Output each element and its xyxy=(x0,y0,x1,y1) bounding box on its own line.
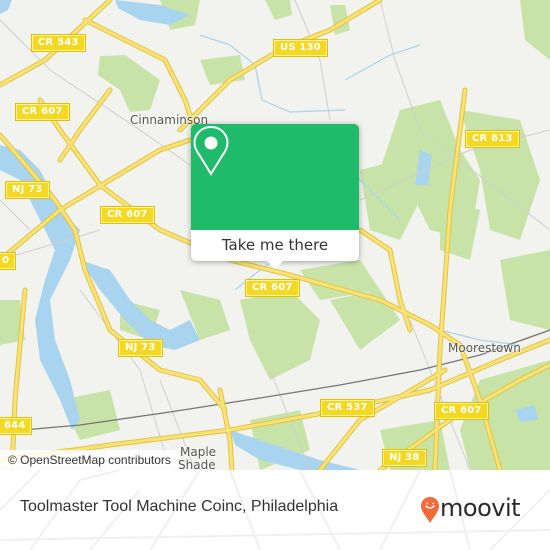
map-pin-icon xyxy=(193,125,229,176)
road-label-cr607: CR 607 xyxy=(16,104,69,120)
road-label-cr607: CR 607 xyxy=(101,207,154,223)
location-popup: Take me there xyxy=(191,124,359,269)
place-label-maple-shade: Shade xyxy=(178,458,216,471)
moovit-smile-pin-icon xyxy=(421,497,439,523)
place-label-moorestown: Moorestown xyxy=(448,341,521,355)
road-label-cr537: CR 537 xyxy=(321,400,374,416)
take-me-there-button[interactable]: Take me there xyxy=(191,230,359,261)
place-title: Toolmaster Tool Machine Coinc, Philadelp… xyxy=(20,498,339,515)
road-label-nj38: NJ 38 xyxy=(383,450,426,466)
map-attribution[interactable]: © OpenStreetMap contributors xyxy=(0,450,179,470)
road-label-nj73: NJ 73 xyxy=(119,340,162,356)
road-label-644: 644 xyxy=(0,418,32,434)
road-label-cr607: CR 607 xyxy=(246,280,299,296)
road-label-partial: 0 xyxy=(0,253,16,269)
popup-header xyxy=(191,124,359,230)
road-label-nj73: NJ 73 xyxy=(6,182,49,198)
footer-banner: Toolmaster Tool Machine Coinc, Philadelp… xyxy=(0,470,550,550)
map-view[interactable]: CR 543 US 130 CR 607 CR 613 NJ 73 CR 607… xyxy=(0,0,550,470)
popup-pointer xyxy=(267,261,283,269)
road-label-cr607: CR 607 xyxy=(435,403,488,419)
road-label-cr543: CR 543 xyxy=(32,35,85,51)
road-label-us130: US 130 xyxy=(274,40,327,56)
moovit-logo-text: moovit xyxy=(440,494,521,522)
road-label-cr613: CR 613 xyxy=(466,131,519,147)
